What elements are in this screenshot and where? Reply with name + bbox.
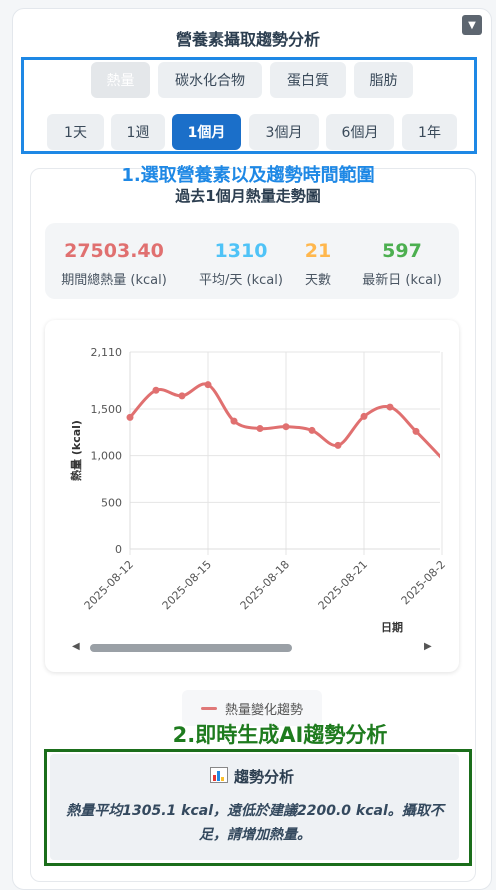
data-point	[256, 425, 264, 433]
nutrient-tab-carbs[interactable]: 碳水化合物	[158, 62, 262, 98]
collapse-button[interactable]: ▼	[462, 15, 482, 35]
data-point	[308, 426, 316, 434]
x-tick-label: 2025-08-21	[316, 558, 370, 612]
chart-scrollbar-thumb[interactable]	[90, 644, 292, 652]
data-point	[386, 403, 394, 411]
nutrient-tab-protein[interactable]: 蛋白質	[270, 62, 346, 98]
legend-label: 熱量變化趨勢	[224, 702, 303, 718]
range-tab-1w[interactable]: 1週	[111, 114, 165, 150]
y-axis-title: 熱量 (kcal)	[69, 420, 83, 481]
page-title: 營養素攝取趨勢分析	[175, 30, 320, 49]
stat-total-value: 27503.40	[64, 240, 164, 262]
x-tick-label: 2025-08-15	[160, 558, 214, 612]
annotation-label-2: 2.即時生成AI趨勢分析	[172, 723, 388, 747]
data-point	[152, 386, 160, 394]
range-tab-1m[interactable]: 1個月	[172, 114, 241, 150]
stat-latest-value: 597	[382, 240, 422, 262]
data-point	[230, 417, 238, 425]
scroll-right-arrow[interactable]: ▶	[424, 641, 432, 652]
y-tick-label: 2,110	[91, 346, 123, 359]
nutrient-tab-calories[interactable]: 熱量	[91, 62, 150, 98]
calorie-line-chart: 0 500 1,000 1,500 2,110 2025-08-12 2025-08-15 2…	[69, 346, 448, 634]
nutrient-tab-fat[interactable]: 脂肪	[354, 62, 413, 98]
data-point	[412, 427, 420, 435]
x-tick-label: 2025-08-18	[238, 558, 292, 612]
y-tick-label: 1,000	[91, 450, 123, 463]
stat-total-label: 期間總熱量 (kcal)	[61, 273, 167, 288]
stat-latest-label: 最新日 (kcal)	[362, 273, 442, 288]
y-tick-label: 1,500	[91, 403, 123, 416]
range-tab-3m[interactable]: 3個月	[249, 114, 319, 150]
triangle-down-icon: ▼	[468, 19, 476, 31]
data-point	[360, 412, 368, 420]
scroll-left-arrow[interactable]: ◀	[72, 641, 80, 652]
x-tick-label: 2025-08-12	[82, 558, 136, 612]
x-tick-label: 2025-08-2	[399, 558, 448, 607]
data-point	[204, 381, 212, 389]
data-point	[334, 441, 342, 449]
stat-days-value: 21	[304, 240, 332, 262]
stat-average-value: 1310	[214, 240, 268, 262]
ai-analysis-title: 趨勢分析	[0, 766, 496, 787]
y-tick-label: 500	[101, 496, 122, 509]
bar-chart-icon	[209, 767, 228, 783]
y-tick-label: 0	[115, 543, 122, 556]
ai-analysis-title-text: 趨勢分析	[233, 768, 294, 786]
x-axis-title: 日期	[381, 620, 403, 634]
range-tab-1y[interactable]: 1年	[402, 114, 457, 150]
data-point	[178, 392, 186, 400]
stat-days-label: 天數	[304, 273, 331, 288]
stat-average-label: 平均/天 (kcal)	[199, 273, 283, 288]
annotation-label-1: 1.選取營養素以及趨勢時間範圍	[121, 165, 375, 186]
data-point	[282, 423, 290, 431]
range-tab-1d[interactable]: 1天	[47, 114, 104, 150]
ai-analysis-text: 熱量平均1305.1 kcal，遠低於建議2200.0 kcal。攝取不足，請增…	[66, 803, 444, 843]
legend-swatch	[200, 706, 217, 710]
range-tab-6m[interactable]: 6個月	[326, 114, 394, 150]
data-point	[126, 413, 134, 421]
stats-summary: 27503.40 期間總熱量 (kcal) 1310 平均/天 (kcal) 2…	[45, 223, 459, 299]
chart-subtitle: 過去1個月熱量走勢圖	[175, 187, 321, 205]
